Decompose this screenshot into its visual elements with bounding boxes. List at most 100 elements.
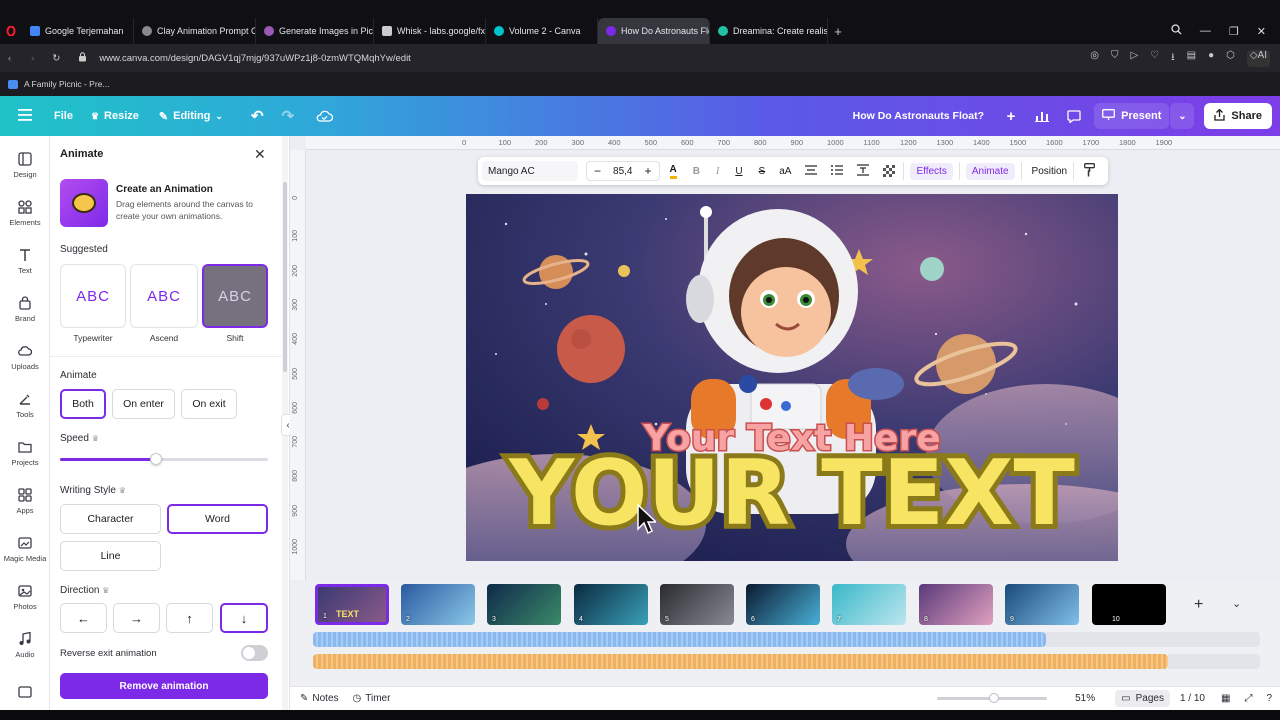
redo-icon[interactable]: ↷ bbox=[282, 107, 295, 125]
rail-item-audio[interactable]: Audio bbox=[0, 632, 50, 659]
italic-icon[interactable]: I bbox=[716, 166, 719, 177]
transparency-icon[interactable] bbox=[883, 165, 896, 177]
speed-slider-handle[interactable] bbox=[149, 453, 162, 465]
forward-icon[interactable]: › bbox=[31, 53, 34, 64]
tab-how-do-astronauts-float[interactable]: How Do Astronauts Float bbox=[598, 18, 710, 44]
page-thumbnail-6[interactable]: 6 bbox=[746, 584, 820, 625]
position-button[interactable]: Position bbox=[1032, 166, 1068, 177]
tab-google-translate[interactable]: Google Terjemahan bbox=[22, 18, 134, 44]
writing-style-line-button[interactable]: Line bbox=[60, 541, 161, 571]
rail-item-elements[interactable]: Elements bbox=[0, 200, 50, 227]
strikethrough-icon[interactable]: S bbox=[759, 166, 766, 177]
tab-whisk[interactable]: Whisk - labs.google/fx bbox=[374, 18, 486, 44]
more-apps-icon[interactable] bbox=[0, 686, 50, 702]
bold-icon[interactable]: B bbox=[693, 166, 700, 177]
extensions-icon[interactable]: ⬡ bbox=[1226, 50, 1235, 67]
animate-on-enter-button[interactable]: On enter bbox=[112, 389, 175, 419]
animation-ascend[interactable]: ABC bbox=[130, 264, 198, 328]
present-options-chevron-icon[interactable]: ⌄ bbox=[1170, 103, 1195, 129]
download-icon[interactable]: ⭳ bbox=[1171, 50, 1175, 67]
remove-animation-button[interactable]: Remove animation bbox=[60, 673, 268, 699]
fullscreen-icon[interactable]: ⤢ bbox=[1244, 693, 1252, 704]
reverse-exit-toggle[interactable] bbox=[241, 645, 268, 661]
zoom-slider-handle[interactable] bbox=[989, 693, 1000, 703]
editing-mode-dropdown[interactable]: ✎ Editing ⌄ bbox=[159, 110, 223, 123]
back-icon[interactable]: ‹ bbox=[8, 53, 11, 64]
text-color-icon[interactable]: A bbox=[669, 164, 677, 179]
rail-item-design[interactable]: Design bbox=[0, 152, 50, 179]
tab-volume-2-canva[interactable]: Volume 2 - Canva bbox=[486, 18, 598, 44]
add-page-icon[interactable]: + bbox=[998, 103, 1024, 129]
rail-item-projects[interactable]: Projects bbox=[0, 440, 50, 467]
rail-item-text[interactable]: Text bbox=[0, 248, 50, 275]
page-thumbnail-5[interactable]: 5 bbox=[660, 584, 734, 625]
help-icon[interactable]: ? bbox=[1266, 693, 1272, 704]
minimize-icon[interactable]: — bbox=[1200, 25, 1211, 37]
bookmark-family-picnic[interactable]: A Family Picnic - Pre... bbox=[24, 79, 110, 89]
list-icon[interactable] bbox=[831, 164, 844, 178]
align-center-icon[interactable] bbox=[805, 164, 818, 178]
audio-track-1[interactable] bbox=[313, 632, 1046, 647]
tab-clay-animation[interactable]: Clay Animation Prompt C bbox=[134, 18, 256, 44]
notes-button[interactable]: ✎ Notes bbox=[300, 693, 339, 704]
shield-icon[interactable]: ⛉ bbox=[1111, 50, 1119, 67]
audio-track-2[interactable] bbox=[313, 654, 1168, 669]
font-size-decrease-button[interactable]: − bbox=[587, 164, 608, 178]
comment-icon[interactable] bbox=[1060, 103, 1088, 129]
tab-dreamina[interactable]: Dreamina: Create realistic bbox=[710, 18, 828, 44]
direction-down-arrow-icon[interactable]: ↓ bbox=[220, 603, 268, 633]
search-tabs-icon[interactable] bbox=[1171, 24, 1182, 38]
zoom-slider[interactable] bbox=[937, 693, 1048, 703]
page-thumbnail-10[interactable]: 10 bbox=[1092, 584, 1166, 625]
rail-item-photos[interactable]: Photos bbox=[0, 584, 50, 611]
direction-right-arrow-icon[interactable]: → bbox=[113, 603, 160, 633]
tab-piclumen[interactable]: Generate Images in PicLu bbox=[256, 18, 374, 44]
page-thumbnail-1[interactable]: TEXT 1 bbox=[315, 584, 389, 625]
wallet-icon[interactable]: ▤ bbox=[1187, 50, 1196, 67]
font-size-input[interactable]: 85,4 bbox=[608, 166, 637, 177]
pages-toggle-button[interactable]: ▭ Pages bbox=[1115, 690, 1170, 707]
page-thumbnail-8[interactable]: 8 bbox=[919, 584, 993, 625]
close-window-icon[interactable]: ✕ bbox=[1257, 25, 1266, 38]
artboard-page-1[interactable]: Your Text Here YOUR TEXT bbox=[466, 194, 1118, 561]
animation-shift[interactable]: ABC bbox=[202, 264, 268, 328]
grid-view-icon[interactable]: ▦ bbox=[1221, 693, 1230, 704]
play-icon[interactable]: ▷ bbox=[1130, 50, 1138, 67]
reload-icon[interactable]: ↻ bbox=[52, 53, 60, 64]
design-title[interactable]: How Do Astronauts Float? bbox=[853, 110, 984, 122]
add-page-plus-icon[interactable]: + bbox=[1194, 596, 1203, 614]
spacing-icon[interactable] bbox=[857, 163, 870, 179]
menu-icon[interactable] bbox=[18, 108, 32, 124]
rail-item-uploads[interactable]: Uploads bbox=[0, 344, 50, 371]
direction-left-arrow-icon[interactable]: ← bbox=[60, 603, 107, 633]
close-icon[interactable]: ✕ bbox=[254, 146, 266, 163]
heart-icon[interactable]: ♡ bbox=[1150, 50, 1159, 67]
pages-expand-chevron-icon[interactable]: ⌄ bbox=[1232, 597, 1241, 610]
rail-item-tools[interactable]: Tools bbox=[0, 392, 50, 419]
underline-icon[interactable]: U bbox=[735, 166, 742, 177]
url-field[interactable]: www.canva.com/design/DAGV1qj7mjg/937uWPz… bbox=[99, 53, 411, 64]
page-thumbnail-4[interactable]: 4 bbox=[574, 584, 648, 625]
page-thumbnail-7[interactable]: 7 bbox=[832, 584, 906, 625]
zoom-level[interactable]: 51% bbox=[1075, 693, 1095, 704]
paint-format-icon[interactable] bbox=[1084, 162, 1096, 180]
page-thumbnail-9[interactable]: 9 bbox=[1005, 584, 1079, 625]
resize-button[interactable]: ♛ Resize bbox=[91, 110, 139, 122]
camera-icon[interactable]: ◎ bbox=[1090, 50, 1099, 67]
rail-item-apps[interactable]: Apps bbox=[0, 488, 50, 515]
restore-icon[interactable]: ❐ bbox=[1229, 25, 1239, 38]
animate-both-button[interactable]: Both bbox=[60, 389, 106, 419]
animate-button[interactable]: Animate bbox=[965, 162, 1015, 180]
font-family-dropdown[interactable]: Mango AC bbox=[482, 161, 578, 181]
direction-up-arrow-icon[interactable]: ↑ bbox=[166, 603, 213, 633]
effects-button[interactable]: Effects bbox=[910, 162, 953, 180]
page-thumbnail-3[interactable]: 3 bbox=[487, 584, 561, 625]
animation-typewriter[interactable]: ABC bbox=[60, 264, 126, 328]
ai-icon[interactable]: ◇AI bbox=[1246, 49, 1270, 67]
present-button[interactable]: Present bbox=[1094, 103, 1170, 129]
font-size-increase-button[interactable]: + bbox=[637, 164, 658, 178]
cloud-saved-icon[interactable] bbox=[316, 110, 334, 122]
speed-slider[interactable] bbox=[60, 453, 268, 465]
animate-on-exit-button[interactable]: On exit bbox=[181, 389, 237, 419]
share-button[interactable]: Share bbox=[1204, 103, 1272, 129]
